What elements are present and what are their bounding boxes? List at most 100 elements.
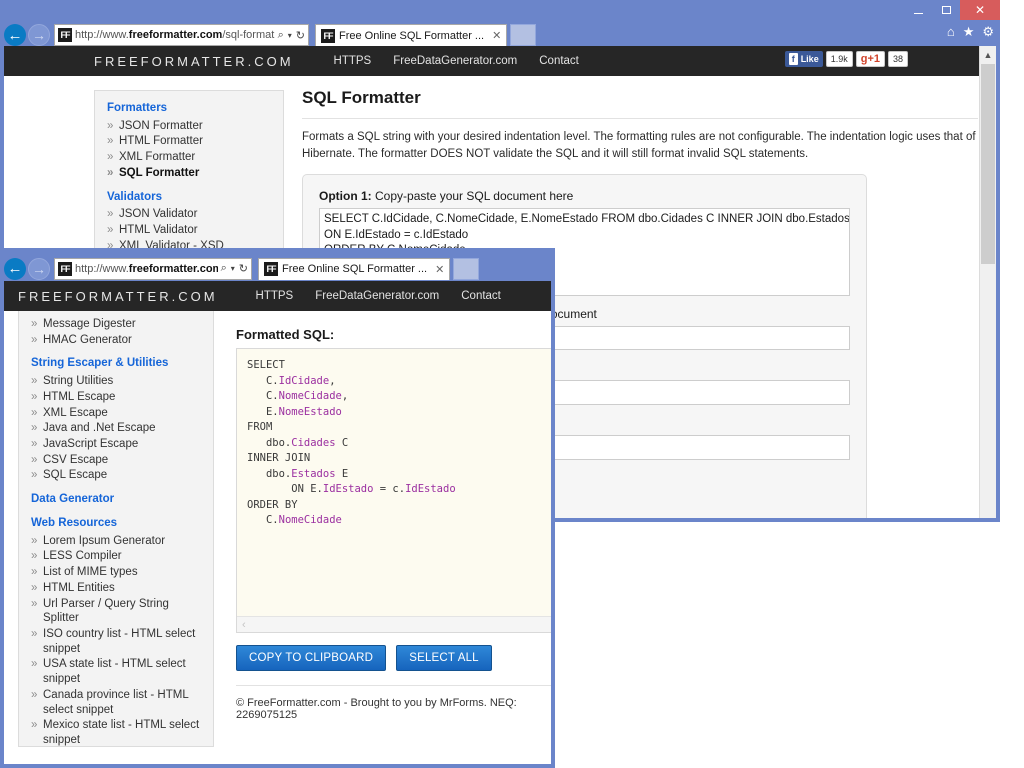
nav-item-freedatagenerator[interactable]: FreeDataGenerator.com bbox=[315, 290, 439, 302]
scrollbar-thumb[interactable] bbox=[981, 64, 995, 264]
sidebar-item-usa-state-list-html-select-snippet[interactable]: USA state list - HTML select snippet bbox=[31, 657, 205, 686]
social-buttons[interactable]: f Like 1.9k g+1 38 bbox=[784, 51, 908, 67]
sidebar-item-html-entities[interactable]: HTML Entities bbox=[31, 581, 205, 596]
formatted-sql-label: Formatted SQL: bbox=[236, 327, 335, 342]
select-all-button[interactable]: SELECT ALL bbox=[396, 645, 492, 671]
sql-identifier: Cidades bbox=[291, 436, 336, 449]
favorites-icon[interactable]: ★ bbox=[963, 24, 975, 40]
sidebar-item-sql-formatter[interactable]: SQL Formatter bbox=[107, 166, 275, 181]
sidebar-heading: Formatters bbox=[107, 102, 168, 114]
address-bar[interactable]: FF http://www.freeformatter.com/sql-form… bbox=[54, 24, 309, 46]
sidebar-item-message-digester[interactable]: Message Digester bbox=[31, 317, 205, 332]
sql-identifier: IdEstado bbox=[405, 483, 456, 496]
front-new-tab-button[interactable] bbox=[453, 257, 480, 280]
refresh-icon[interactable]: ↻ bbox=[239, 262, 248, 275]
sidebar-item-list-of-mime-types[interactable]: List of MIME types bbox=[31, 565, 205, 580]
site-nav-front[interactable]: HTTPS FreeDataGenerator.com Contact bbox=[256, 290, 501, 302]
sql-keyword: ORDER BY bbox=[247, 498, 298, 511]
sidebar-item-url-parser-query-string-splitter[interactable]: Url Parser / Query String Splitter bbox=[31, 597, 205, 626]
sidebar-item-mexico-state-list-html-select-snippet[interactable]: Mexico state list - HTML select snippet bbox=[31, 718, 205, 746]
sql-line: FROM bbox=[247, 420, 551, 436]
output-action-buttons[interactable]: COPY TO CLIPBOARD SELECT ALL bbox=[236, 645, 551, 671]
sidebar-heading: Validators bbox=[107, 190, 162, 203]
sql-line: ON E.IdEstado = c.IdEstado bbox=[247, 482, 551, 498]
home-icon[interactable]: ⌂ bbox=[947, 24, 955, 40]
sidebar-item-xml-escape[interactable]: XML Escape bbox=[31, 406, 205, 421]
nav-item-https[interactable]: HTTPS bbox=[256, 290, 294, 302]
arrow-right-icon: → bbox=[32, 260, 46, 277]
close-icon: ✕ bbox=[974, 3, 986, 17]
site-nav-back[interactable]: HTTPS FreeDataGenerator.com Contact bbox=[334, 55, 579, 67]
sql-identifier: NomeEstado bbox=[278, 405, 342, 418]
refresh-icon[interactable]: ↻ bbox=[296, 29, 305, 42]
back-window-navbar[interactable]: ← → FF http://www.freeformatter.com/sql-… bbox=[0, 22, 1000, 48]
browser-window-front[interactable]: ← → FF http://www.freeformatter.com/ ⌕ ▾… bbox=[0, 248, 555, 768]
sidebar-item-hmac-generator[interactable]: HMAC Generator bbox=[31, 333, 205, 348]
main-content-front: Formatted SQL: SELECT C.IdCidade, C.Nome… bbox=[214, 311, 551, 747]
sidebar-item-string-utilities[interactable]: String Utilities bbox=[31, 374, 205, 389]
nav-item-freedatagenerator[interactable]: FreeDataGenerator.com bbox=[393, 55, 517, 67]
front-address-bar-icons[interactable]: ⌕ ▾ ↻ bbox=[221, 262, 248, 275]
front-forward-navigation-button[interactable]: → bbox=[28, 257, 50, 280]
chevron-down-icon[interactable]: ▾ bbox=[288, 31, 292, 40]
facebook-like-button[interactable]: f Like bbox=[784, 51, 823, 67]
front-back-navigation-button[interactable]: ← bbox=[4, 257, 26, 280]
tab-favicon-icon: FF bbox=[321, 28, 335, 43]
google-plus-one-button[interactable]: g+1 bbox=[855, 51, 885, 67]
nav-item-contact[interactable]: Contact bbox=[539, 55, 579, 67]
sidebar-item-canada-province-list-html-select-snippet[interactable]: Canada province list - HTML select snipp… bbox=[31, 688, 205, 717]
front-browser-tab[interactable]: FF Free Online SQL Formatter ... ✕ bbox=[258, 257, 451, 280]
browser-tab[interactable]: FF Free Online SQL Formatter ... ✕ bbox=[315, 24, 508, 46]
formatted-sql-output-box[interactable]: SELECT C.IdCidade, C.NomeCidade, E.NomeE… bbox=[236, 348, 551, 633]
sidebar-item-html-validator[interactable]: HTML Validator bbox=[107, 223, 275, 238]
sql-line: C.IdCidade, bbox=[247, 374, 551, 390]
back-window-titlebar[interactable]: ✕ bbox=[0, 0, 1000, 22]
sidebar-item-json-validator[interactable]: JSON Validator bbox=[107, 207, 275, 222]
search-icon[interactable]: ⌕ bbox=[278, 29, 284, 42]
sidebar-heading: Web Resources bbox=[31, 516, 118, 529]
site-header-front: FREEFORMATTER.COM HTTPS FreeDataGenerato… bbox=[4, 281, 551, 311]
page-vertical-scrollbar[interactable]: ▲ bbox=[979, 46, 996, 518]
back-window-toolbar-icons[interactable]: ⌂ ★ ⚙ bbox=[947, 24, 994, 40]
sidebar-item-html-formatter[interactable]: HTML Formatter bbox=[107, 134, 275, 149]
sidebar-item-javascript-escape[interactable]: JavaScript Escape bbox=[31, 437, 205, 452]
sql-identifier: NomeCidade bbox=[278, 390, 342, 403]
minimize-button[interactable] bbox=[904, 0, 932, 20]
sidebar-front[interactable]: Message DigesterHMAC Generator String Esc… bbox=[18, 299, 214, 747]
back-window-controls[interactable]: ✕ bbox=[904, 0, 1000, 20]
sql-line: INNER JOIN bbox=[247, 451, 551, 467]
sql-line: C.NomeCidade bbox=[247, 513, 551, 529]
front-window-navbar[interactable]: ← → FF http://www.freeformatter.com/ ⌕ ▾… bbox=[0, 248, 555, 281]
output-horizontal-scrollbar[interactable]: ‹ bbox=[237, 616, 551, 632]
sidebar-item-xml-formatter[interactable]: XML Formatter bbox=[107, 150, 275, 165]
sidebar-item-less-compiler[interactable]: LESS Compiler bbox=[31, 549, 205, 564]
tab-close-icon[interactable]: ✕ bbox=[492, 29, 501, 42]
site-brand[interactable]: FREEFORMATTER.COM bbox=[18, 289, 218, 304]
tab-close-icon[interactable]: ✕ bbox=[435, 263, 444, 276]
sidebar-item-iso-country-list-html-select-snippet[interactable]: ISO country list - HTML select snippet bbox=[31, 627, 205, 656]
site-brand[interactable]: FREEFORMATTER.COM bbox=[94, 54, 294, 69]
nav-item-contact[interactable]: Contact bbox=[461, 290, 501, 302]
sql-keyword: C bbox=[335, 436, 349, 449]
settings-gear-icon[interactable]: ⚙ bbox=[982, 24, 994, 40]
sidebar-item-csv-escape[interactable]: CSV Escape bbox=[31, 453, 205, 468]
front-address-bar[interactable]: FF http://www.freeformatter.com/ ⌕ ▾ ↻ bbox=[54, 257, 252, 280]
scroll-up-icon[interactable]: ▲ bbox=[980, 46, 996, 63]
chevron-down-icon[interactable]: ▾ bbox=[231, 264, 235, 273]
copy-to-clipboard-button[interactable]: COPY TO CLIPBOARD bbox=[236, 645, 387, 671]
close-button[interactable]: ✕ bbox=[960, 0, 1000, 20]
back-navigation-button[interactable]: ← bbox=[4, 24, 26, 46]
nav-item-https[interactable]: HTTPS bbox=[334, 55, 372, 67]
search-icon[interactable]: ⌕ bbox=[221, 262, 227, 275]
sidebar-item-sql-escape[interactable]: SQL Escape bbox=[31, 468, 205, 483]
new-tab-button[interactable] bbox=[510, 24, 537, 46]
scroll-left-icon[interactable]: ‹ bbox=[242, 619, 246, 631]
address-bar-icons[interactable]: ⌕ ▾ ↻ bbox=[278, 29, 305, 42]
forward-navigation-button[interactable]: → bbox=[28, 24, 50, 46]
site-favicon-icon: FF bbox=[58, 261, 72, 276]
sidebar-item-lorem-ipsum-generator[interactable]: Lorem Ipsum Generator bbox=[31, 534, 205, 549]
sidebar-item-java-and-net-escape[interactable]: Java and .Net Escape bbox=[31, 421, 205, 436]
maximize-button[interactable] bbox=[932, 0, 960, 20]
sidebar-item-json-formatter[interactable]: JSON Formatter bbox=[107, 119, 275, 134]
sidebar-item-html-escape[interactable]: HTML Escape bbox=[31, 390, 205, 405]
